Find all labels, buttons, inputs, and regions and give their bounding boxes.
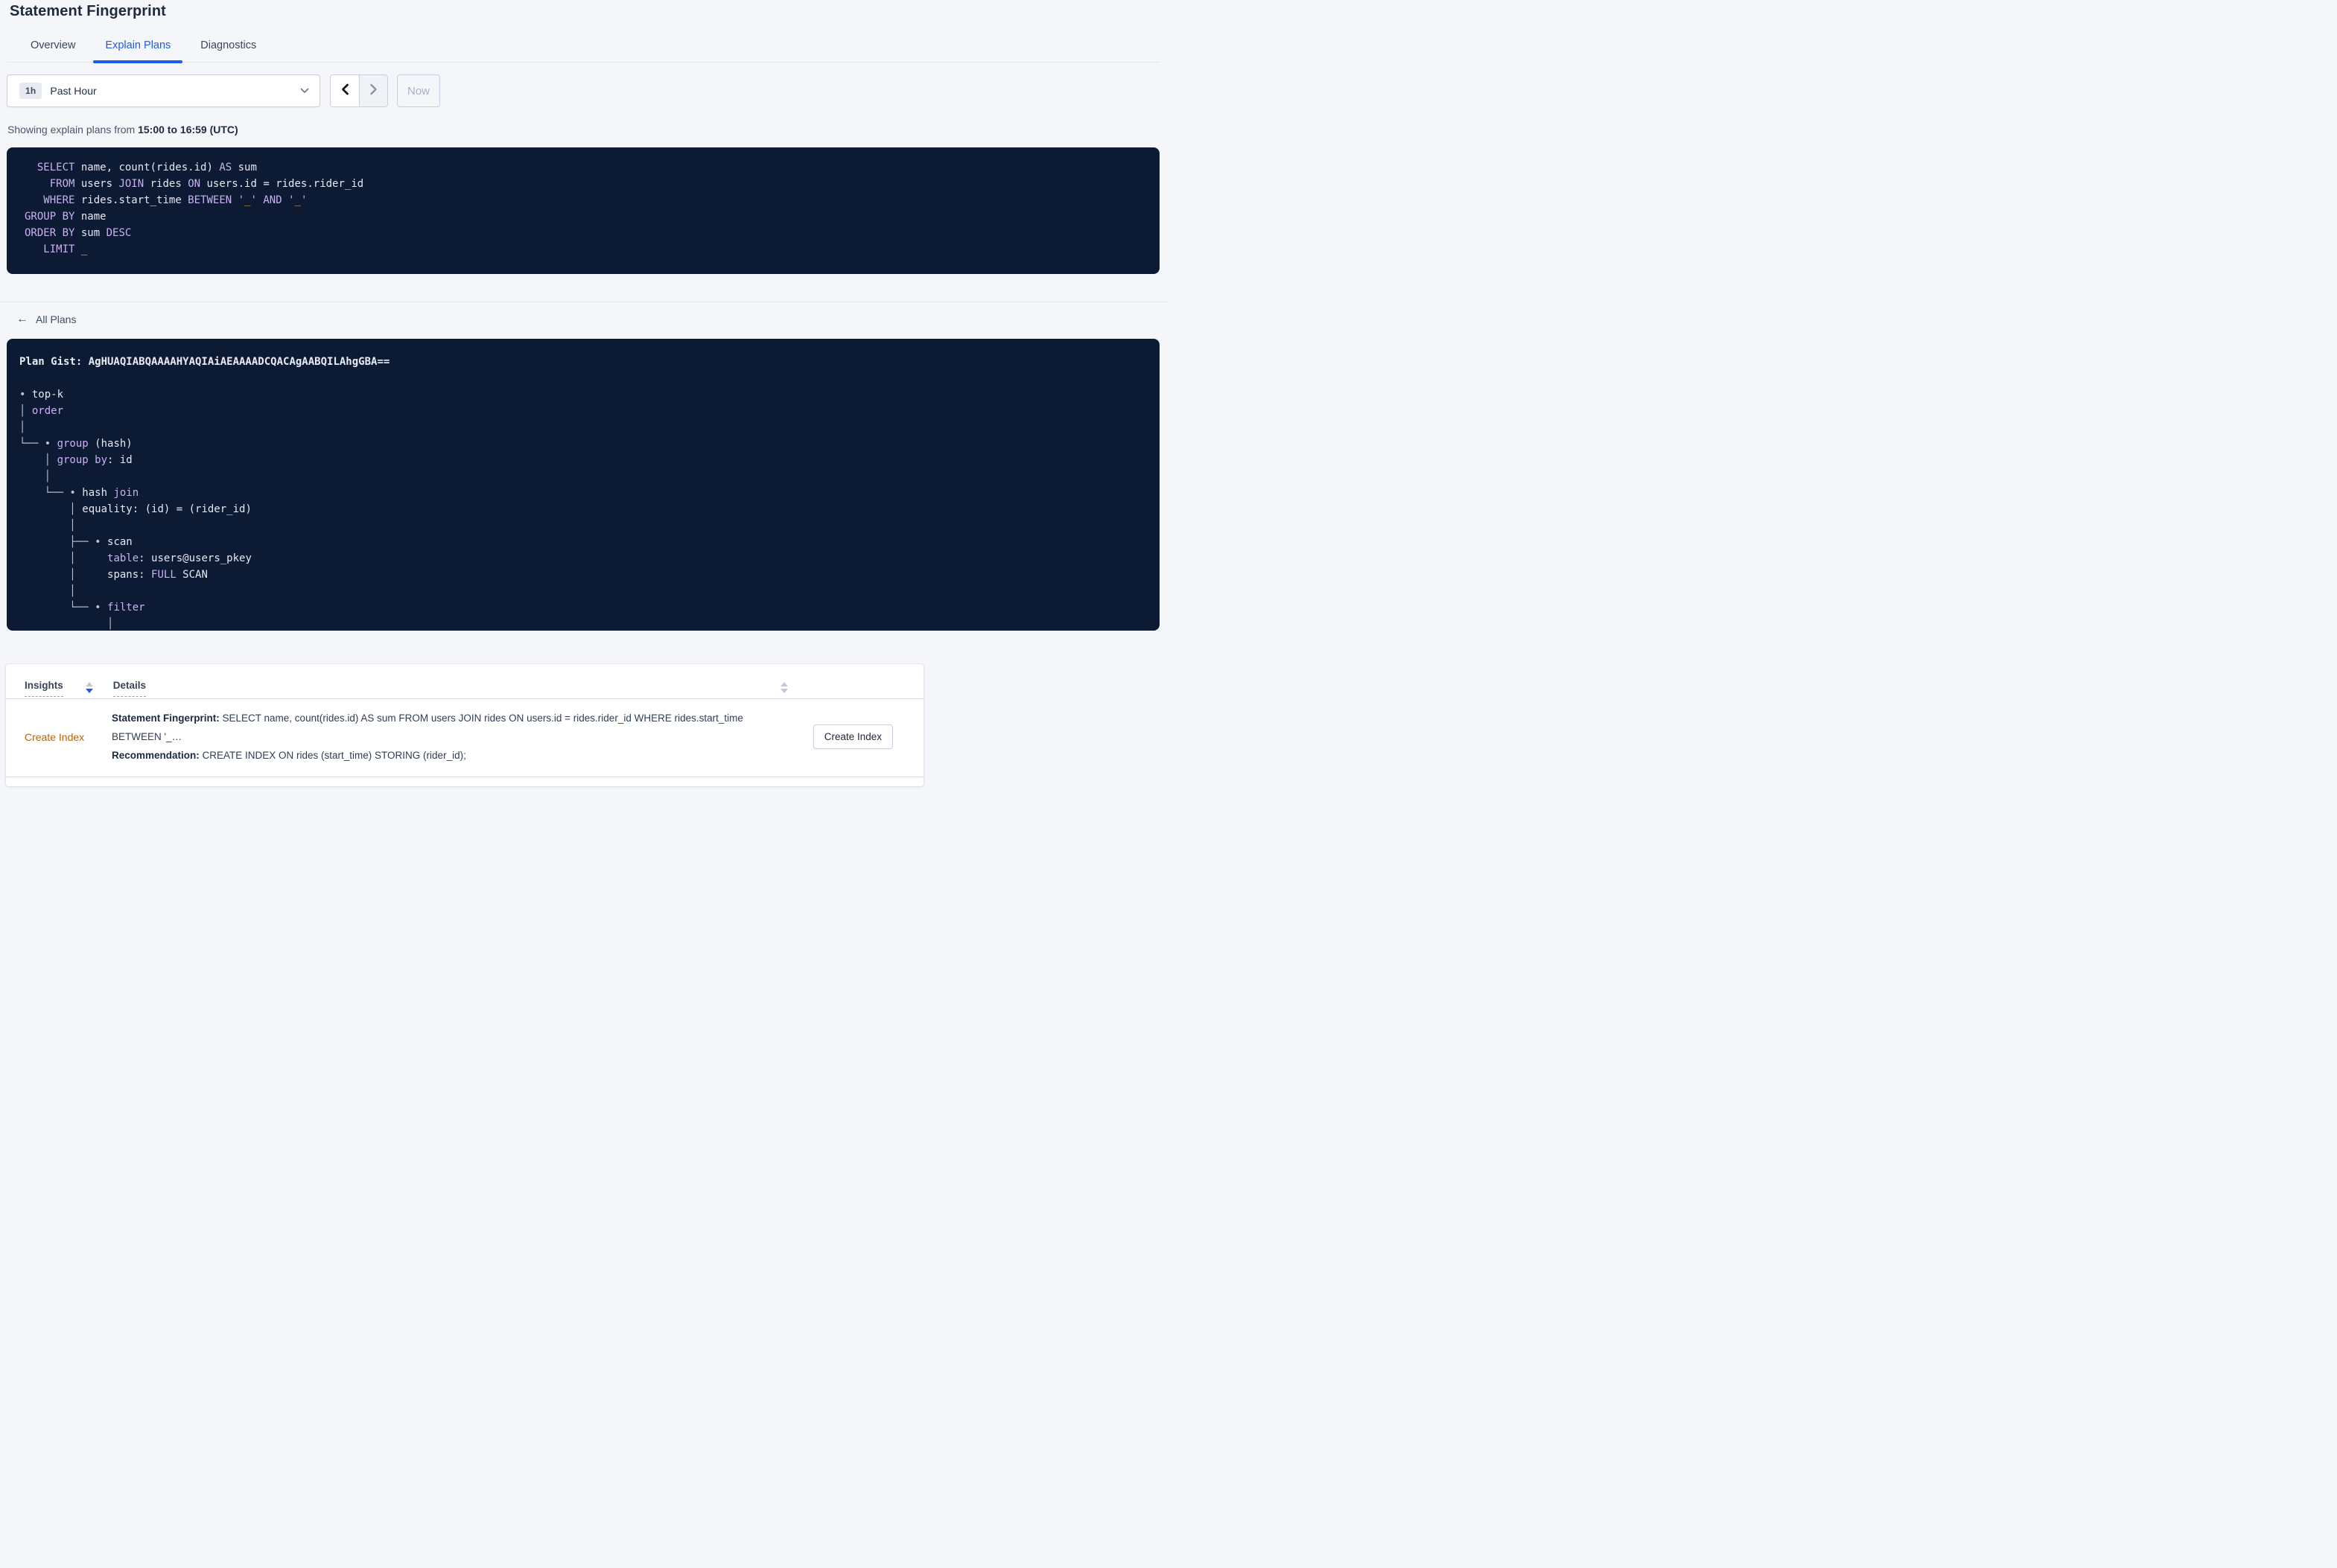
create-index-button[interactable]: Create Index: [813, 724, 893, 749]
code-line: │ equality: (id) = (rider_id): [19, 503, 252, 515]
sql-statement-block: SELECT name, count(rides.id) AS sum FROM…: [7, 147, 1160, 274]
recommendation-text: Recommendation: CREATE INDEX ON rides (s…: [112, 750, 466, 761]
chevron-left-icon: [340, 83, 350, 100]
time-range-dropdown[interactable]: 1h Past Hour: [7, 74, 320, 107]
code-line: │: [19, 421, 26, 433]
sort-down-triangle: [85, 689, 93, 693]
code-line: │ order: [19, 405, 64, 417]
all-plans-link[interactable]: ← All Plans: [16, 313, 77, 326]
plan-gist-line: Plan Gist: AgHUAQIABQAAAAHYAQIAiAEAAAADC…: [19, 356, 390, 368]
table-row: Create Index Statement Fingerprint: SELE…: [6, 699, 923, 777]
code-line: │: [19, 585, 76, 597]
insights-table-card: Insights Details Create Index Statement …: [6, 664, 923, 786]
tab-bar: Overview Explain Plans Diagnostics: [7, 39, 1160, 63]
page-title: Statement Fingerprint: [10, 3, 166, 19]
create-index-link[interactable]: Create Index: [25, 731, 112, 743]
code-line: └── • group (hash): [19, 438, 133, 450]
sort-down-triangle: [780, 689, 788, 693]
time-range-value: 15:00 to 16:59 (UTC): [138, 124, 238, 136]
code-line: │ table: users@users_pkey: [19, 552, 252, 564]
code-line: WHERE rides.start_time BETWEEN '_' AND '…: [43, 194, 308, 206]
sql-statement-code: SELECT name, count(rides.id) AS sum FROM…: [25, 159, 1145, 258]
code-line: FROM users JOIN rides ON users.id = ride…: [49, 178, 364, 190]
all-plans-label: All Plans: [36, 313, 77, 325]
code-line: • top-k: [19, 389, 64, 401]
back-arrow-icon: ←: [16, 313, 28, 325]
code-line: │ group by: id: [19, 454, 133, 466]
sort-icon-details[interactable]: [780, 682, 788, 693]
code-line: └── • filter: [19, 602, 145, 614]
tab-explain-plans[interactable]: Explain Plans: [93, 39, 183, 63]
code-line: LIMIT _: [43, 243, 88, 255]
code-line: ├── • scan: [19, 536, 133, 548]
prev-time-button[interactable]: [331, 75, 359, 106]
plan-tree: • top-k │ order │ └── • group (hash) │ grou…: [19, 386, 1145, 631]
next-time-button[interactable]: [359, 75, 387, 106]
time-range-label: Past Hour: [50, 85, 97, 97]
time-range-badge: 1h: [19, 83, 42, 99]
tab-diagnostics[interactable]: Diagnostics: [188, 39, 268, 62]
sort-up-triangle: [780, 682, 788, 686]
tab-overview[interactable]: Overview: [19, 39, 87, 62]
code-line: SELECT name, count(rides.id) AS sum: [36, 162, 257, 173]
sort-icon-insights[interactable]: [85, 682, 93, 693]
chevron-right-icon: [369, 83, 378, 100]
code-line: │ spans: FULL SCAN: [19, 569, 208, 581]
column-header-insights[interactable]: Insights: [25, 680, 63, 697]
sort-up-triangle: [85, 682, 93, 686]
showing-range-text: Showing explain plans from 15:00 to 16:5…: [7, 124, 238, 136]
code-line: ORDER BY sum DESC: [25, 227, 132, 239]
code-line: └── • hash join: [19, 487, 139, 499]
statement-fingerprint-page: Statement Fingerprint Overview Explain P…: [0, 0, 1168, 786]
now-button[interactable]: Now: [397, 74, 440, 107]
code-line: │: [19, 618, 114, 630]
plan-gist-block: Plan Gist: AgHUAQIABQAAAAHYAQIAiAEAAAADC…: [7, 339, 1160, 631]
plan-gist-value: AgHUAQIABQAAAAHYAQIAiAEAAAADCQACAgAABQIL…: [88, 356, 390, 368]
insights-table-header: Insights Details: [6, 664, 923, 699]
column-header-details[interactable]: Details: [112, 680, 147, 697]
code-line: GROUP BY name: [25, 211, 106, 223]
code-line: │: [19, 471, 51, 482]
details-cell: Statement Fingerprint: SELECT name, coun…: [112, 709, 813, 765]
chevron-down-icon: [300, 88, 309, 94]
statement-fingerprint-text: Statement Fingerprint: SELECT name, coun…: [112, 713, 743, 742]
time-controls: 1h Past Hour Now: [7, 74, 1160, 107]
code-line: │: [19, 520, 76, 532]
time-step-buttons: [330, 74, 388, 107]
